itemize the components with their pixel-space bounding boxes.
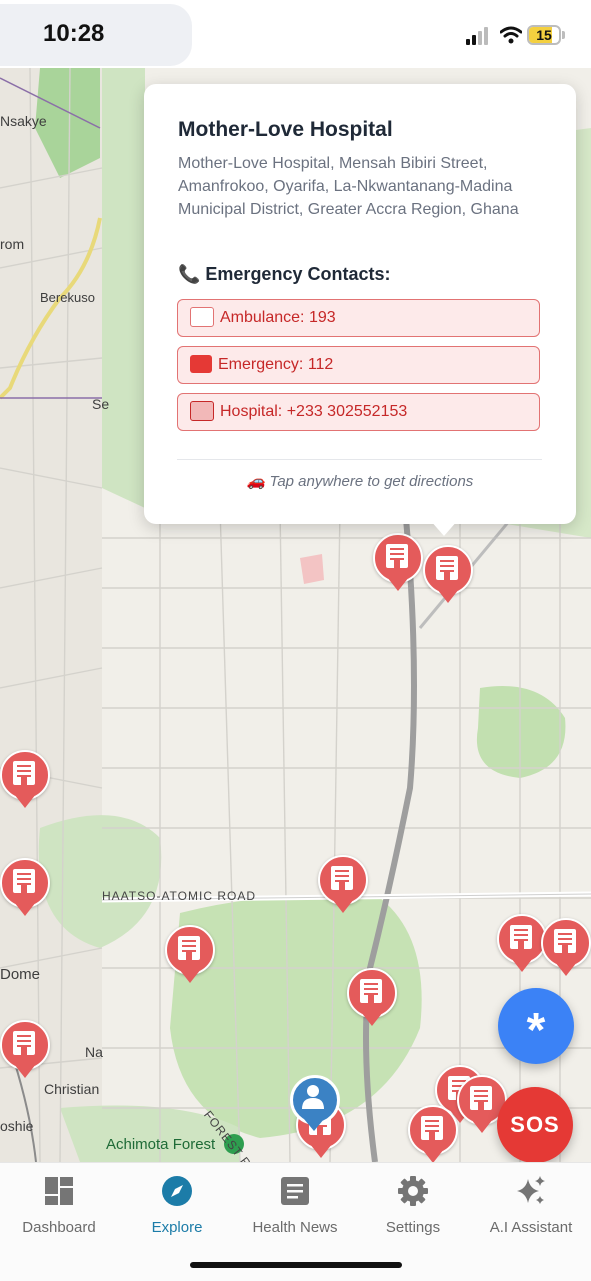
tab-explore[interactable]: Explore bbox=[118, 1171, 236, 1241]
place-label: Se bbox=[92, 396, 110, 412]
hospital-marker[interactable] bbox=[318, 855, 368, 917]
hospital-icon bbox=[510, 925, 532, 949]
tab-label: Health News bbox=[252, 1219, 338, 1236]
hospital-marker[interactable] bbox=[497, 914, 547, 976]
contact-label: Ambulance: 193 bbox=[220, 309, 336, 326]
status-bar: K 10:28 15 bbox=[0, 0, 591, 68]
hospital-marker[interactable] bbox=[0, 1020, 50, 1082]
place-label: Nsakye bbox=[0, 113, 47, 129]
place-label: Dome bbox=[0, 966, 41, 983]
road-label: HAATSO-ATOMIC ROAD bbox=[102, 889, 257, 903]
hospital-marker[interactable] bbox=[408, 1105, 458, 1167]
hospital-icon bbox=[470, 1086, 492, 1110]
tab-label: Settings bbox=[385, 1219, 441, 1236]
emergency-contacts-heading: 📞 Emergency Contacts: bbox=[178, 264, 391, 284]
user-location-marker[interactable] bbox=[290, 1075, 340, 1137]
cellular-signal-icon bbox=[466, 27, 492, 45]
tab-label: A.I Assistant bbox=[489, 1219, 573, 1236]
hospital-marker[interactable] bbox=[373, 533, 423, 595]
place-label: oshie bbox=[0, 1118, 34, 1134]
hospital-marker[interactable] bbox=[0, 858, 50, 920]
hospital-icon bbox=[178, 936, 200, 960]
hospital-icon bbox=[554, 929, 576, 953]
hospital-icon bbox=[436, 556, 458, 580]
sos-icon bbox=[190, 354, 212, 373]
status-time: 10:28 bbox=[43, 20, 105, 47]
popup-pointer bbox=[430, 520, 458, 536]
battery-nub bbox=[562, 31, 565, 39]
hospital-marker[interactable] bbox=[541, 918, 591, 980]
hospital-icon bbox=[386, 544, 408, 568]
hospital-marker[interactable] bbox=[165, 925, 215, 987]
tab-health-news[interactable]: Health News bbox=[236, 1171, 354, 1241]
hospital-icon bbox=[13, 761, 35, 785]
sos-label: SOS bbox=[510, 1112, 560, 1137]
dashboard-icon bbox=[45, 1177, 73, 1205]
place-label: Na bbox=[85, 1044, 103, 1060]
ambulance-contact-button[interactable]: Ambulance: 193 bbox=[177, 299, 540, 337]
tab-label: Explore bbox=[151, 1219, 203, 1236]
hospital-icon bbox=[360, 979, 382, 1003]
place-label: Achimota Forest bbox=[106, 1136, 216, 1153]
hospital-contact-button[interactable]: Hospital: +233 302552153 bbox=[177, 393, 540, 431]
battery-icon: 15 bbox=[527, 25, 561, 45]
hospital-marker[interactable] bbox=[0, 750, 50, 812]
sparkles-icon bbox=[517, 1176, 545, 1204]
asterisk-icon: * bbox=[526, 1004, 546, 1057]
hospital-marker[interactable] bbox=[423, 545, 473, 607]
hospital-info-popup[interactable]: Mother-Love Hospital Mother-Love Hospita… bbox=[144, 84, 576, 524]
hospital-name: Mother-Love Hospital bbox=[178, 118, 393, 141]
tab-dashboard[interactable]: Dashboard bbox=[0, 1171, 118, 1241]
compass-icon bbox=[162, 1176, 192, 1206]
ai-assistant-fab[interactable]: * bbox=[498, 988, 574, 1064]
sos-button[interactable]: SOS bbox=[497, 1087, 573, 1163]
tab-settings[interactable]: Settings bbox=[354, 1171, 472, 1241]
place-label: rom bbox=[0, 236, 25, 252]
hospital-marker[interactable] bbox=[347, 968, 397, 1030]
place-label: Christian bbox=[44, 1081, 100, 1097]
hospital-icon bbox=[190, 400, 214, 421]
gear-icon bbox=[398, 1176, 428, 1206]
hospital-icon bbox=[421, 1116, 443, 1140]
hospital-icon bbox=[331, 866, 353, 890]
news-icon bbox=[281, 1177, 309, 1205]
divider bbox=[177, 459, 542, 460]
contact-label: Hospital: +233 302552153 bbox=[220, 403, 408, 420]
hospital-icon bbox=[13, 1031, 35, 1055]
user-icon bbox=[302, 1085, 324, 1109]
directions-hint[interactable]: 🚗 Tap anywhere to get directions bbox=[144, 472, 576, 490]
tab-label: Dashboard bbox=[22, 1219, 96, 1236]
emergency-contact-button[interactable]: Emergency: 112 bbox=[177, 346, 540, 384]
battery-level: 15 bbox=[536, 27, 552, 43]
contact-label: Emergency: 112 bbox=[218, 356, 334, 373]
ambulance-icon bbox=[190, 306, 214, 327]
place-label: Berekuso bbox=[40, 290, 95, 305]
wifi-icon bbox=[500, 26, 522, 44]
hospital-address: Mother-Love Hospital, Mensah Bibiri Stre… bbox=[178, 155, 519, 218]
tab-ai-assistant[interactable]: A.I Assistant bbox=[472, 1171, 590, 1241]
home-indicator bbox=[190, 1262, 402, 1268]
hospital-icon bbox=[13, 869, 35, 893]
